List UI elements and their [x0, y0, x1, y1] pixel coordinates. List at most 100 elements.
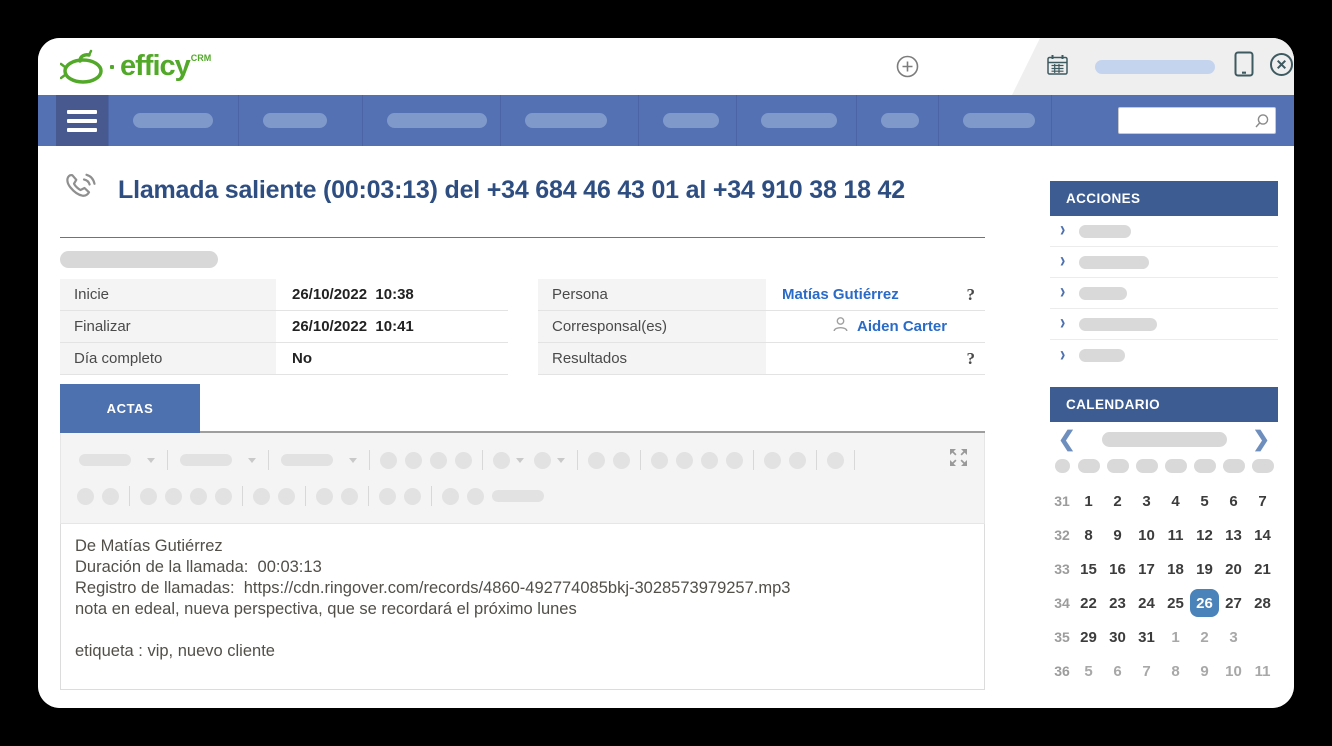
action-item[interactable]: › [1050, 247, 1278, 278]
add-circle-icon[interactable] [896, 55, 919, 83]
toolbar-button[interactable] [380, 452, 397, 469]
calendar-day[interactable]: 1 [1074, 487, 1103, 515]
fullscreen-expand-icon[interactable] [949, 448, 968, 472]
style-dropdown-placeholder[interactable] [281, 454, 333, 466]
calendar-day[interactable]: 3 [1132, 487, 1161, 515]
toolbar-button[interactable] [77, 488, 94, 505]
prev-month-icon[interactable]: ❮ [1058, 429, 1076, 450]
toolbar-button[interactable] [405, 452, 422, 469]
corresponsal-link[interactable]: Aiden Carter [857, 318, 947, 335]
toolbar-button[interactable] [613, 452, 630, 469]
toolbar-button[interactable] [467, 488, 484, 505]
search-input[interactable] [1118, 107, 1276, 134]
calendar-day[interactable]: 12 [1190, 521, 1219, 549]
toolbar-wide-button[interactable] [492, 490, 544, 502]
toolbar-button[interactable] [190, 488, 207, 505]
calendar-icon[interactable] [1046, 53, 1069, 81]
calendar-day[interactable]: 2 [1103, 487, 1132, 515]
calendar-day[interactable]: 24 [1132, 589, 1161, 617]
calendar-day[interactable]: 27 [1219, 589, 1248, 617]
calendar-day[interactable]: 8 [1074, 521, 1103, 549]
calendar-day[interactable]: 5 [1190, 487, 1219, 515]
size-dropdown-placeholder[interactable] [180, 454, 232, 466]
toolbar-button[interactable] [316, 488, 333, 505]
calendar-day[interactable]: 6 [1219, 487, 1248, 515]
nav-item-2[interactable] [238, 95, 362, 146]
calendar-day[interactable]: 14 [1248, 521, 1277, 549]
action-item[interactable]: › [1050, 309, 1278, 340]
toolbar-button[interactable] [102, 488, 119, 505]
calendar-day-selected[interactable]: 26 [1190, 589, 1219, 617]
calendar-day[interactable]: 1 [1161, 623, 1190, 651]
calendar-day[interactable]: 19 [1190, 555, 1219, 583]
toolbar-button[interactable] [341, 488, 358, 505]
toolbar-button[interactable] [789, 452, 806, 469]
calendar-day[interactable]: 16 [1103, 555, 1132, 583]
toolbar-button[interactable] [827, 452, 844, 469]
calendar-day[interactable]: 31 [1132, 623, 1161, 651]
toolbar-button[interactable] [442, 488, 459, 505]
calendar-day[interactable]: 4 [1161, 487, 1190, 515]
calendar-day[interactable]: 11 [1161, 521, 1190, 549]
toolbar-button[interactable] [588, 452, 605, 469]
close-circle-icon[interactable] [1269, 52, 1294, 82]
font-dropdown-placeholder[interactable] [79, 454, 131, 466]
calendar-day[interactable]: 7 [1132, 657, 1161, 685]
nav-item-1[interactable] [108, 95, 238, 146]
help-question-icon[interactable]: ? [967, 349, 976, 369]
action-item[interactable]: › [1050, 278, 1278, 309]
calendar-day[interactable]: 22 [1074, 589, 1103, 617]
notes-editor[interactable]: De Matías Gutiérrez Duración de la llama… [60, 524, 985, 690]
toolbar-button[interactable] [278, 488, 295, 505]
hamburger-menu-button[interactable] [56, 95, 108, 146]
nav-item-8[interactable] [938, 95, 1052, 146]
calendar-day[interactable]: 25 [1161, 589, 1190, 617]
calendar-day[interactable]: 2 [1190, 623, 1219, 651]
toolbar-button[interactable] [215, 488, 232, 505]
help-question-icon[interactable]: ? [967, 285, 976, 305]
toolbar-button[interactable] [534, 452, 551, 469]
toolbar-button[interactable] [701, 452, 718, 469]
toolbar-button[interactable] [493, 452, 510, 469]
calendar-day[interactable]: 17 [1132, 555, 1161, 583]
next-month-icon[interactable]: ❯ [1252, 429, 1270, 450]
nav-item-7[interactable] [856, 95, 938, 146]
calendar-day[interactable]: 7 [1248, 487, 1277, 515]
calendar-day[interactable]: 3 [1219, 623, 1248, 651]
toolbar-button[interactable] [430, 452, 447, 469]
action-item[interactable]: › [1050, 340, 1278, 371]
mobile-device-icon[interactable] [1233, 50, 1255, 83]
calendar-day[interactable]: 15 [1074, 555, 1103, 583]
calendar-day[interactable]: 10 [1132, 521, 1161, 549]
calendar-day[interactable]: 28 [1248, 589, 1277, 617]
calendar-day[interactable]: 18 [1161, 555, 1190, 583]
calendar-day[interactable]: 13 [1219, 521, 1248, 549]
calendar-day[interactable]: 9 [1103, 521, 1132, 549]
action-item[interactable]: › [1050, 216, 1278, 247]
calendar-day[interactable]: 23 [1103, 589, 1132, 617]
toolbar-button[interactable] [165, 488, 182, 505]
calendar-day[interactable]: 10 [1219, 657, 1248, 685]
calendar-day[interactable]: 21 [1248, 555, 1277, 583]
calendar-day[interactable]: 29 [1074, 623, 1103, 651]
calendar-day[interactable]: 5 [1074, 657, 1103, 685]
calendar-day[interactable]: 8 [1161, 657, 1190, 685]
search-icon[interactable] [1254, 113, 1270, 134]
nav-item-5[interactable] [638, 95, 736, 146]
toolbar-button[interactable] [676, 452, 693, 469]
calendar-day[interactable]: 30 [1103, 623, 1132, 651]
calendar-day[interactable]: 9 [1190, 657, 1219, 685]
toolbar-button[interactable] [726, 452, 743, 469]
calendar-day[interactable]: 11 [1248, 657, 1277, 685]
toolbar-button[interactable] [404, 488, 421, 505]
toolbar-button[interactable] [455, 452, 472, 469]
tab-actas[interactable]: ACTAS [60, 384, 200, 433]
nav-item-4[interactable] [500, 95, 638, 146]
calendar-day[interactable]: 20 [1219, 555, 1248, 583]
toolbar-button[interactable] [379, 488, 396, 505]
toolbar-button[interactable] [651, 452, 668, 469]
toolbar-button[interactable] [764, 452, 781, 469]
toolbar-button[interactable] [253, 488, 270, 505]
calendar-day[interactable]: 6 [1103, 657, 1132, 685]
nav-item-3[interactable] [362, 95, 500, 146]
